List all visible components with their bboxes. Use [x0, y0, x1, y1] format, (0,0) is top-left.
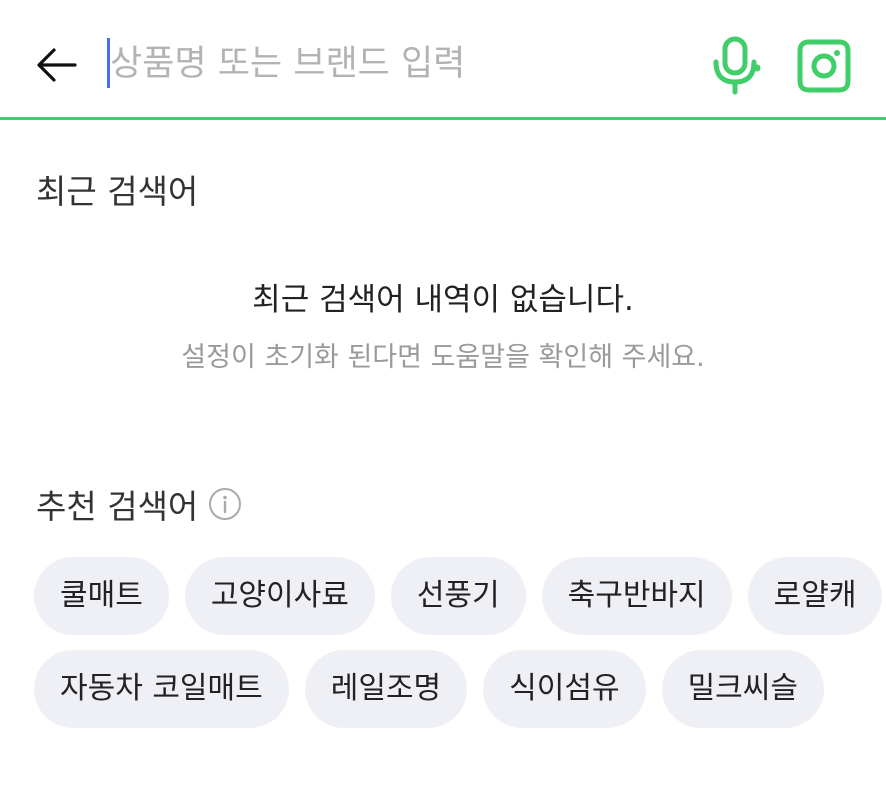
- camera-lens-icon: [797, 39, 851, 93]
- search-input[interactable]: [104, 34, 684, 94]
- keyword-chip[interactable]: 밀크씨슬: [661, 650, 824, 728]
- voice-search-button[interactable]: [706, 34, 764, 96]
- recent-searches-title: 최근 검색어: [36, 172, 199, 211]
- keyword-chip[interactable]: 선풍기: [390, 557, 526, 635]
- keyword-chip[interactable]: 자동차 코일매트: [34, 650, 289, 728]
- info-icon: [209, 488, 242, 520]
- back-arrow-icon: [37, 48, 77, 82]
- lens-search-button[interactable]: [794, 36, 854, 96]
- search-screen: 최근 검색어 최근 검색어 내역이 없습니다. 설정이 초기화 된다면 도움말을…: [0, 0, 886, 802]
- recent-empty-message: 최근 검색어 내역이 없습니다.: [252, 282, 634, 318]
- keyword-chip[interactable]: 축구반바지: [541, 557, 732, 635]
- keyword-chip[interactable]: 쿨매트: [34, 557, 169, 635]
- keyword-chip[interactable]: 고양이사료: [184, 557, 375, 635]
- keyword-chip[interactable]: 식이섬유: [483, 650, 646, 728]
- recent-empty-hint: 설정이 초기화 된다면 도움말을 확인해 주세요.: [181, 342, 705, 373]
- keyword-chip-row: 쿨매트 고양이사료 선풍기 축구반바지 로얄캐: [34, 557, 886, 635]
- info-button[interactable]: [208, 487, 242, 521]
- recommended-title-row: 추천 검색어: [36, 482, 242, 526]
- back-button[interactable]: [30, 38, 84, 92]
- microphone-icon: [713, 36, 761, 95]
- search-box[interactable]: [104, 34, 684, 94]
- search-header: [0, 0, 886, 120]
- recommended-searches-title: 추천 검색어: [36, 487, 199, 526]
- keyword-chip[interactable]: 로얄캐: [747, 557, 883, 635]
- text-caret: [107, 38, 110, 88]
- keyword-chip[interactable]: 레일조명: [304, 650, 468, 728]
- keyword-chip-row: 자동차 코일매트 레일조명 식이섬유 밀크씨슬: [34, 650, 840, 728]
